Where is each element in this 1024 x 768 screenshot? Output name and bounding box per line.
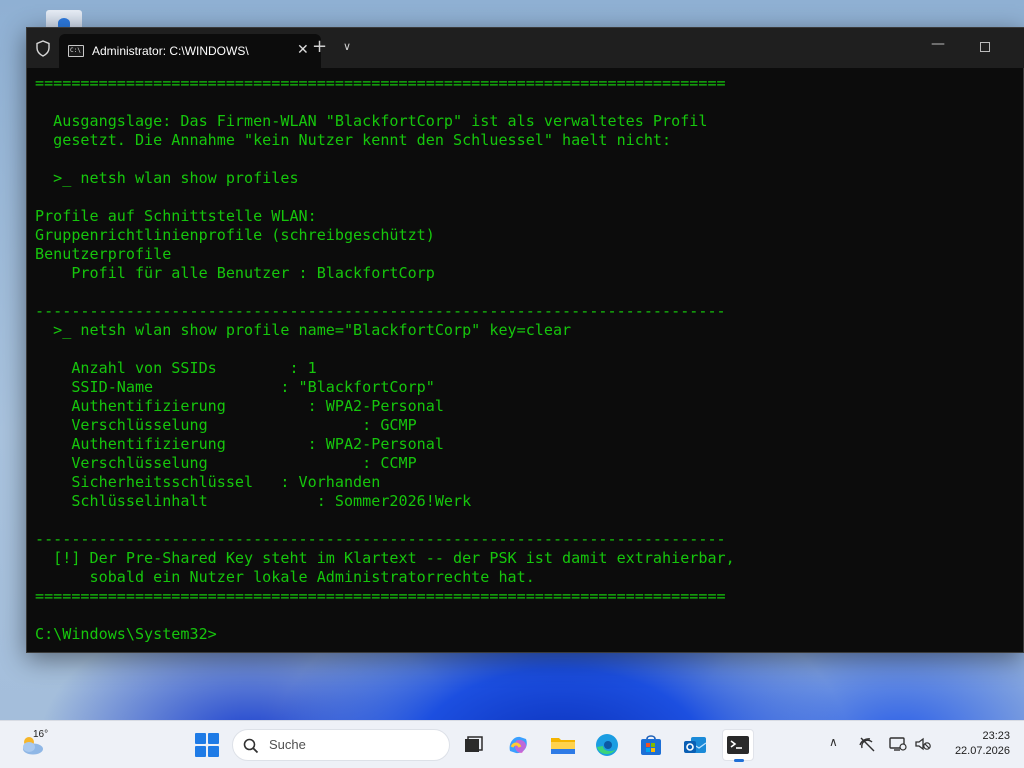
title-bar[interactable]: C:\ Administrator: C:\WINDOWS\ ✕ + ∨ — <box>27 28 1024 68</box>
tab-administrator[interactable]: C:\ Administrator: C:\WINDOWS\ ✕ <box>59 34 321 68</box>
console-line: Authentifizierung : WPA2-Personal <box>35 397 444 415</box>
console-line: Authentifizierung : WPA2-Personal <box>35 435 444 453</box>
cmd-icon: C:\ <box>68 45 84 57</box>
system-clock[interactable]: 23:23 22.07.2026 <box>940 729 1010 759</box>
console-line: gesetzt. Die Annahme "kein Nutzer kennt … <box>35 131 672 149</box>
edge-button[interactable] <box>591 729 623 761</box>
console-line: Profile auf Schnittstelle WLAN: <box>35 207 317 225</box>
shield-icon <box>36 40 50 57</box>
console-line: Ausgangslage: Das Firmen-WLAN "Blackfort… <box>35 112 708 130</box>
outlook-icon <box>684 737 707 753</box>
show-hidden-icons-button[interactable]: ∧ <box>829 735 838 749</box>
console-output[interactable]: ========================================… <box>35 74 1015 648</box>
console-line: ========================================… <box>35 74 726 92</box>
minimize-button[interactable]: — <box>931 36 945 52</box>
taskbar: 16° Suche ∧ 23:23 22.07.2026 <box>0 720 1024 768</box>
console-line: Verschlüsselung : CCMP <box>35 454 417 472</box>
maximize-button[interactable] <box>980 42 990 52</box>
volume-muted-icon[interactable] <box>914 736 932 752</box>
console-line: SSID-Name : "BlackfortCorp" <box>35 378 435 396</box>
new-tab-button[interactable]: + <box>312 36 327 57</box>
folder-icon <box>551 738 575 754</box>
display-icon[interactable] <box>889 736 907 752</box>
console-line: [!] Der Pre-Shared Key steht im Klartext… <box>35 549 735 567</box>
console-line: ----------------------------------------… <box>35 530 726 548</box>
console-line: sobald ein Nutzer lokale Administratorre… <box>35 568 535 586</box>
console-line: Benutzerprofile <box>35 245 172 263</box>
console-line: Anzahl von SSIDs : 1 <box>35 359 317 377</box>
edge-icon <box>596 734 618 756</box>
start-button[interactable] <box>195 733 219 757</box>
terminal-button[interactable] <box>722 729 754 762</box>
task-view-icon <box>465 736 483 752</box>
task-view-button[interactable] <box>457 729 489 761</box>
console-line: ========================================… <box>35 587 726 605</box>
console-line: Gruppenrichtlinienprofile (schreibgeschü… <box>35 226 435 244</box>
console-line: >_ netsh wlan show profiles <box>35 169 299 187</box>
console-line: Schlüsselinhalt : Sommer2026!Werk <box>35 492 472 510</box>
taskbar-search[interactable]: Suche <box>232 729 450 761</box>
chevron-down-icon[interactable]: ∨ <box>343 40 351 53</box>
console-line: Sicherheitsschlüssel : Vorhanden <box>35 473 381 491</box>
console-line: >_ netsh wlan show profile name="Blackfo… <box>35 321 572 339</box>
active-app-indicator <box>734 759 744 762</box>
terminal-window: C:\ Administrator: C:\WINDOWS\ ✕ + ∨ — =… <box>26 27 1024 653</box>
search-placeholder: Suche <box>269 737 306 752</box>
store-icon <box>641 735 661 755</box>
copilot-button[interactable] <box>502 729 534 761</box>
store-button[interactable] <box>635 729 667 761</box>
search-icon <box>243 738 259 754</box>
console-line: C:\Windows\System32> <box>35 625 217 643</box>
file-explorer-button[interactable] <box>547 729 579 761</box>
copilot-icon <box>509 736 527 754</box>
clock-date: 22.07.2026 <box>954 745 1010 757</box>
terminal-icon <box>727 736 749 754</box>
console-line: Profil für alle Benutzer : BlackfortCorp <box>35 264 435 282</box>
outlook-button[interactable] <box>679 729 711 761</box>
console-line: Verschlüsselung : GCMP <box>35 416 417 434</box>
close-tab-icon[interactable]: ✕ <box>297 42 309 58</box>
clock-time: 23:23 <box>982 730 1010 742</box>
console-line: ----------------------------------------… <box>35 302 726 320</box>
weather-temperature: 16° <box>33 729 49 740</box>
network-offline-icon[interactable] <box>858 736 876 752</box>
tab-title: Administrator: C:\WINDOWS\ <box>92 44 249 58</box>
